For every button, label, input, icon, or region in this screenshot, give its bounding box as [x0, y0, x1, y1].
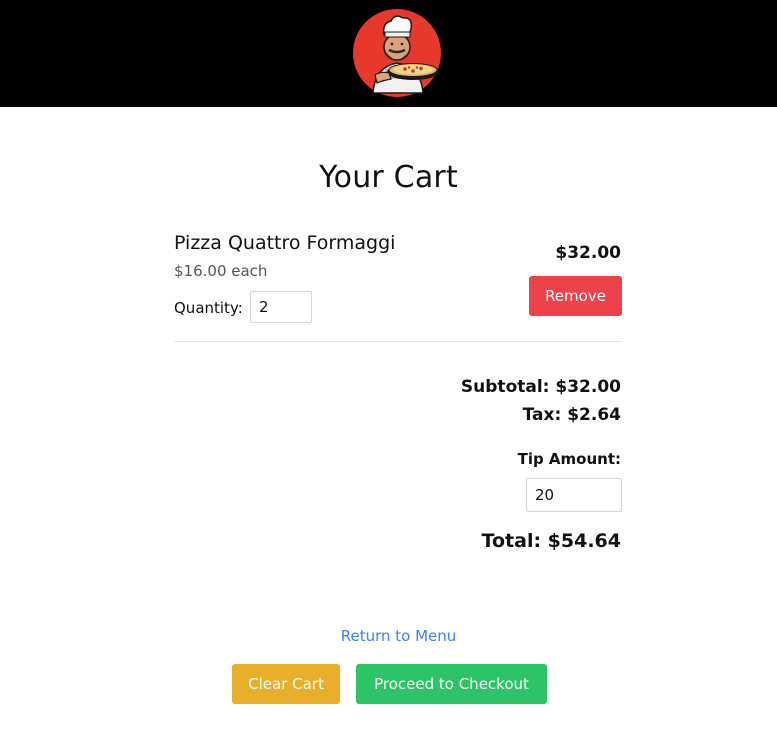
- item-line-total: $32.00: [555, 243, 621, 263]
- tip-amount-input[interactable]: [526, 478, 622, 512]
- clear-cart-button[interactable]: Clear Cart: [232, 664, 340, 704]
- proceed-to-checkout-button[interactable]: Proceed to Checkout: [356, 664, 547, 704]
- cart-page: Your Cart Pizza Quattro Formaggi $16.00 …: [0, 0, 777, 748]
- page-title: Your Cart: [319, 160, 458, 195]
- pizza-chef-logo-icon[interactable]: [351, 5, 447, 103]
- tip-amount-label: Tip Amount:: [517, 450, 621, 468]
- item-name: Pizza Quattro Formaggi: [174, 232, 396, 254]
- tax: Tax: $2.64: [522, 405, 621, 425]
- divider: [174, 341, 622, 342]
- header-bar: [0, 0, 777, 107]
- quantity-input[interactable]: [250, 291, 312, 323]
- remove-button[interactable]: Remove: [529, 276, 622, 316]
- total: Total: $54.64: [481, 530, 621, 552]
- item-unit-price: $16.00 each: [174, 262, 268, 280]
- quantity-label: Quantity:: [174, 299, 243, 317]
- subtotal: Subtotal: $32.00: [460, 377, 621, 397]
- return-to-menu-link[interactable]: Return to Menu: [0, 627, 777, 645]
